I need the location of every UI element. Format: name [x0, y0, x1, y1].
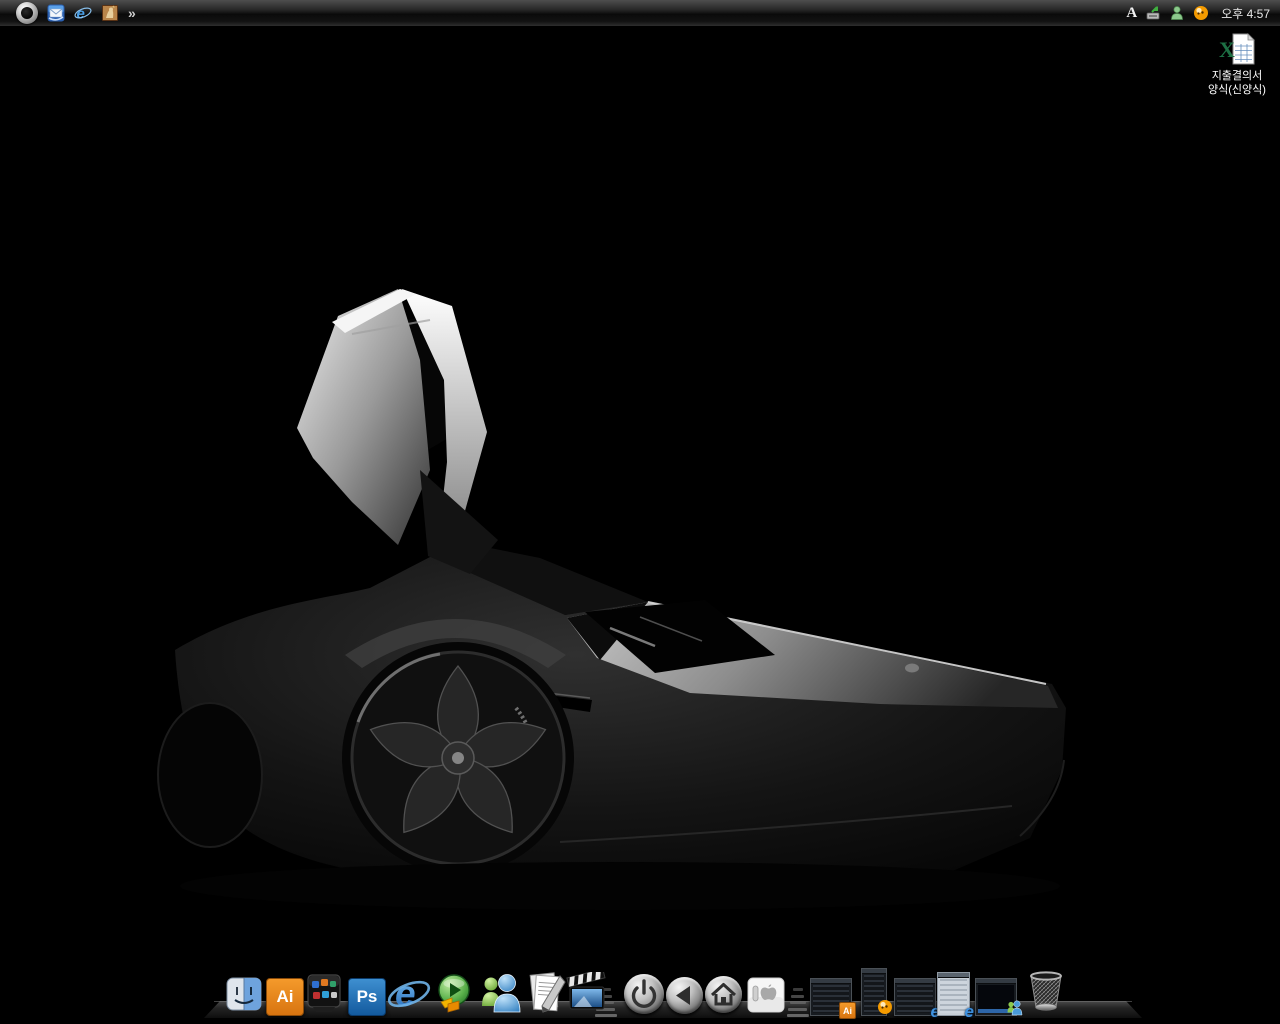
dock-separator: [793, 988, 803, 991]
dock-trash-icon[interactable]: [1020, 968, 1072, 1015]
dock-separator: [791, 995, 804, 998]
toolbar-overflow-chevron[interactable]: »: [128, 4, 135, 22]
excel-file-icon: X: [1217, 32, 1257, 66]
back-arrow-icon: [666, 977, 703, 1014]
window-titlebar: [811, 979, 851, 984]
top-menubar: e » A 오후 4:57: [0, 0, 1280, 27]
dock-separator: [595, 1014, 617, 1017]
window-titlebar: [938, 973, 969, 978]
dock-window-media[interactable]: [975, 978, 1017, 1016]
illustrator-badge: Ai: [839, 1002, 856, 1019]
dock: Ai Ps e: [0, 0, 1280, 1024]
desktop-icon-label: 지출결의서 양식(신양식): [1196, 69, 1278, 97]
orange-ball-icon[interactable]: [1193, 5, 1209, 21]
window-content: [897, 985, 933, 1013]
window-content: [940, 979, 967, 1013]
illustrator-glyph: Ai: [277, 987, 294, 1007]
dock-apple-box-icon[interactable]: [745, 975, 787, 1015]
dock-window-messenger[interactable]: [861, 968, 887, 1016]
dock-movie-maker-icon[interactable]: [566, 972, 608, 1014]
home-icon: [705, 976, 742, 1013]
dock-finder-icon[interactable]: [224, 974, 264, 1014]
tray-clock[interactable]: 오후 4:57: [1217, 5, 1270, 22]
dock-separator: [788, 1008, 807, 1011]
desktop-icon-excel-file[interactable]: X 지출결의서 양식(신양식): [1196, 32, 1278, 97]
menubar-quicklaunch: e »: [0, 2, 135, 24]
svg-text:X: X: [1219, 37, 1235, 62]
desktop: { "menubar": { "left_icons": ["start-orb…: [0, 0, 1280, 1024]
dock-office-player-icon[interactable]: [432, 972, 476, 1016]
dock-window-ie-dark[interactable]: e: [894, 978, 936, 1016]
dock-app-box-icon[interactable]: [304, 970, 344, 1014]
dock-text-editor-icon[interactable]: [524, 968, 568, 1016]
dock-home-button[interactable]: [705, 976, 742, 1013]
dock-illustrator-icon[interactable]: Ai: [266, 978, 304, 1016]
dock-separator: [790, 1001, 806, 1004]
start-orb-icon[interactable]: [16, 2, 38, 24]
window-titlebar: [862, 969, 886, 974]
internet-explorer-icon[interactable]: e: [74, 4, 92, 22]
window-titlebar: [895, 979, 935, 984]
dock-msn-messenger-icon[interactable]: [478, 970, 524, 1016]
safely-remove-hardware-icon[interactable]: [1145, 5, 1161, 21]
dock-internet-explorer-icon[interactable]: e: [386, 970, 432, 1016]
power-icon: [624, 974, 664, 1014]
dock-power-button[interactable]: [624, 974, 664, 1014]
photoshop-glyph: Ps: [357, 987, 378, 1007]
dock-photoshop-icon[interactable]: Ps: [348, 978, 386, 1016]
dock-window-ie-light[interactable]: e: [937, 972, 970, 1016]
dock-back-button[interactable]: [666, 977, 703, 1014]
window-titlebar: [976, 979, 1016, 984]
messenger-badge: [877, 999, 893, 1020]
dock-separator: [787, 1014, 809, 1017]
mail-app-icon[interactable]: [47, 4, 65, 22]
ie-badge: e: [965, 1005, 974, 1019]
svg-text:e: e: [395, 973, 416, 1014]
dock-window-illustrator[interactable]: Ai: [810, 978, 852, 1016]
menubar-tray: A 오후 4:57: [1126, 5, 1280, 22]
ime-language-indicator[interactable]: A: [1126, 5, 1137, 22]
picture-app-icon[interactable]: [101, 4, 119, 22]
messenger-status-icon[interactable]: [1169, 5, 1185, 21]
